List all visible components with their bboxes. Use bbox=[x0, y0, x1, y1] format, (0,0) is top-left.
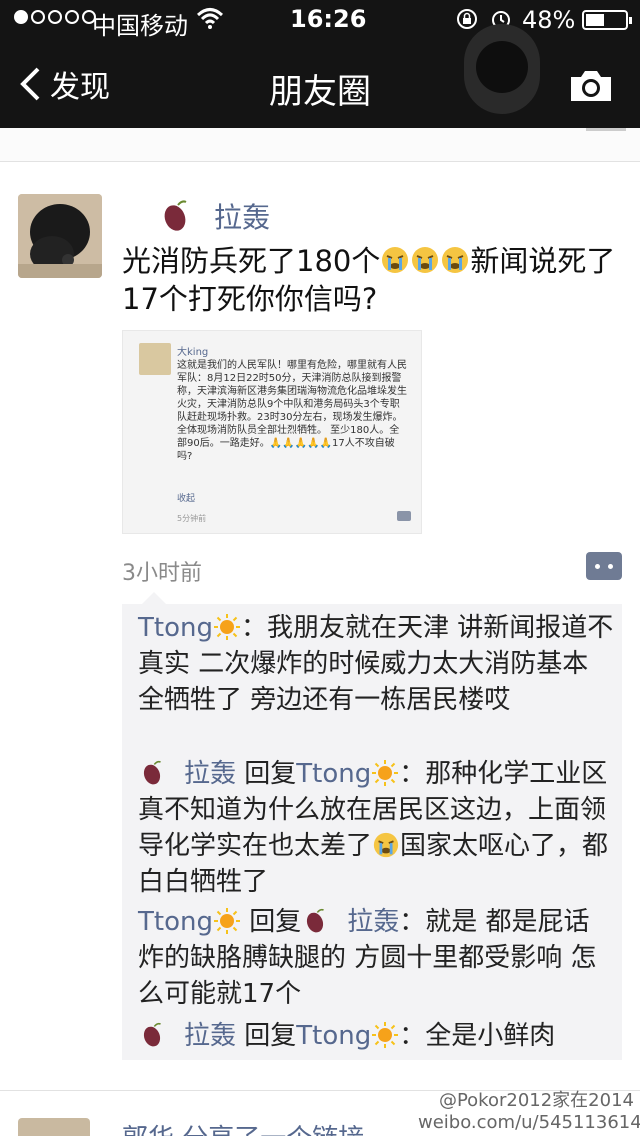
post-author-row: 拉轰 bbox=[160, 196, 270, 236]
next-post-text[interactable]: 郭华 分享了一个链接 bbox=[122, 1118, 364, 1136]
comment-item[interactable]: Ttong ：我朋友就在天津 讲新闻报道不真实 二次爆炸的时候威力太大消防基本全牺… bbox=[138, 610, 614, 718]
screenshot-time: 5分钟前 bbox=[177, 514, 207, 523]
post-author-name[interactable]: 拉轰 bbox=[214, 196, 270, 236]
screenshot-author: 大king bbox=[177, 347, 209, 358]
watermark-line1: @Pokor2012家在2014 bbox=[438, 1090, 634, 1111]
reply-word: 回复 bbox=[244, 759, 297, 789]
watermark: @Pokor2012家在2014 weibo.com/u/5451136140 bbox=[418, 1090, 640, 1134]
screenshot-fold: 收起 bbox=[177, 494, 196, 504]
sweet-potato-icon bbox=[164, 200, 187, 231]
battery-percent: 48% bbox=[522, 6, 576, 34]
screenshot-avatar bbox=[139, 343, 171, 375]
wifi-icon bbox=[196, 8, 224, 29]
sweet-potato-icon bbox=[143, 760, 161, 785]
comment-list: Ttong ：我朋友就在天津 讲新闻报道不真实 二次爆炸的时候威力太大消防基本全牺… bbox=[122, 592, 622, 1060]
sweet-potato-icon bbox=[143, 1022, 161, 1047]
clock: 16:26 bbox=[290, 5, 367, 33]
assistive-touch-button[interactable] bbox=[464, 24, 540, 114]
crying-face-icon bbox=[373, 832, 399, 858]
post-image[interactable]: 大king 这就是我们的人民军队！哪里有危险，哪里就有人民军队：8月12日22时… bbox=[122, 330, 422, 534]
camera-icon[interactable] bbox=[568, 68, 614, 104]
watermark-line2: weibo.com/u/5451136140 bbox=[418, 1112, 640, 1133]
top-bar: 中国移动 16:26 48% 发现 朋友圈 bbox=[0, 0, 640, 128]
comment-author[interactable]: 拉轰 bbox=[184, 1021, 236, 1051]
status-bar: 中国移动 16:26 48% bbox=[0, 0, 640, 40]
sun-icon bbox=[372, 1022, 399, 1048]
crying-face-icon bbox=[382, 247, 409, 273]
lock-icon bbox=[457, 9, 477, 29]
page-title: 朋友圈 bbox=[269, 72, 371, 112]
reply-target[interactable]: Ttong bbox=[296, 1021, 371, 1051]
comment-item[interactable]: Ttong 回复 拉轰：就是 都是屁话 炸的缺胳膊缺腿的 方圆十里都受影响 怎么可… bbox=[138, 904, 614, 1012]
comment-text: ：全是小鲜肉 bbox=[399, 1021, 556, 1051]
comment-author[interactable]: Ttong bbox=[138, 613, 213, 643]
comment-item[interactable]: 拉轰 回复Ttong ：那种化学工业区真不知道为什么放在居民区这边，上面领导化学实… bbox=[138, 756, 614, 900]
next-post-avatar[interactable] bbox=[18, 1118, 90, 1136]
crying-face-icon bbox=[412, 247, 439, 273]
reply-target[interactable]: Ttong bbox=[296, 759, 371, 789]
sweet-potato-icon bbox=[307, 908, 325, 933]
carrier-label: 中国移动 bbox=[92, 12, 188, 40]
comment-icon[interactable] bbox=[586, 552, 622, 580]
sun-icon bbox=[213, 614, 240, 640]
reply-word: 回复 bbox=[249, 907, 302, 937]
post-time: 3小时前 bbox=[122, 561, 202, 586]
screenshot-text: 这就是我们的人民军队！哪里有危险，哪里就有人民军队：8月12日22时50分，天津… bbox=[177, 360, 407, 462]
battery-icon bbox=[582, 10, 632, 30]
reply-word: 回复 bbox=[244, 1021, 297, 1051]
avatar[interactable] bbox=[18, 194, 102, 278]
comment-author[interactable]: 拉轰 bbox=[184, 759, 236, 789]
crying-face-icon bbox=[442, 247, 469, 273]
comment-item[interactable]: 拉轰 回复Ttong ：全是小鲜肉 bbox=[138, 1018, 614, 1054]
signal-dots-icon bbox=[14, 10, 96, 24]
sun-icon bbox=[372, 760, 399, 786]
reply-target[interactable]: 拉轰 bbox=[347, 907, 399, 937]
screenshot-comment-icon bbox=[397, 511, 411, 521]
previous-post-edge bbox=[0, 128, 640, 162]
sun-icon bbox=[213, 908, 240, 934]
post-text: 光消防兵死了180个 新闻说死了17个打死你你信吗? bbox=[122, 242, 622, 318]
post-text-part1: 光消防兵死了180个 bbox=[122, 244, 381, 278]
comment-author[interactable]: Ttong bbox=[138, 907, 213, 937]
